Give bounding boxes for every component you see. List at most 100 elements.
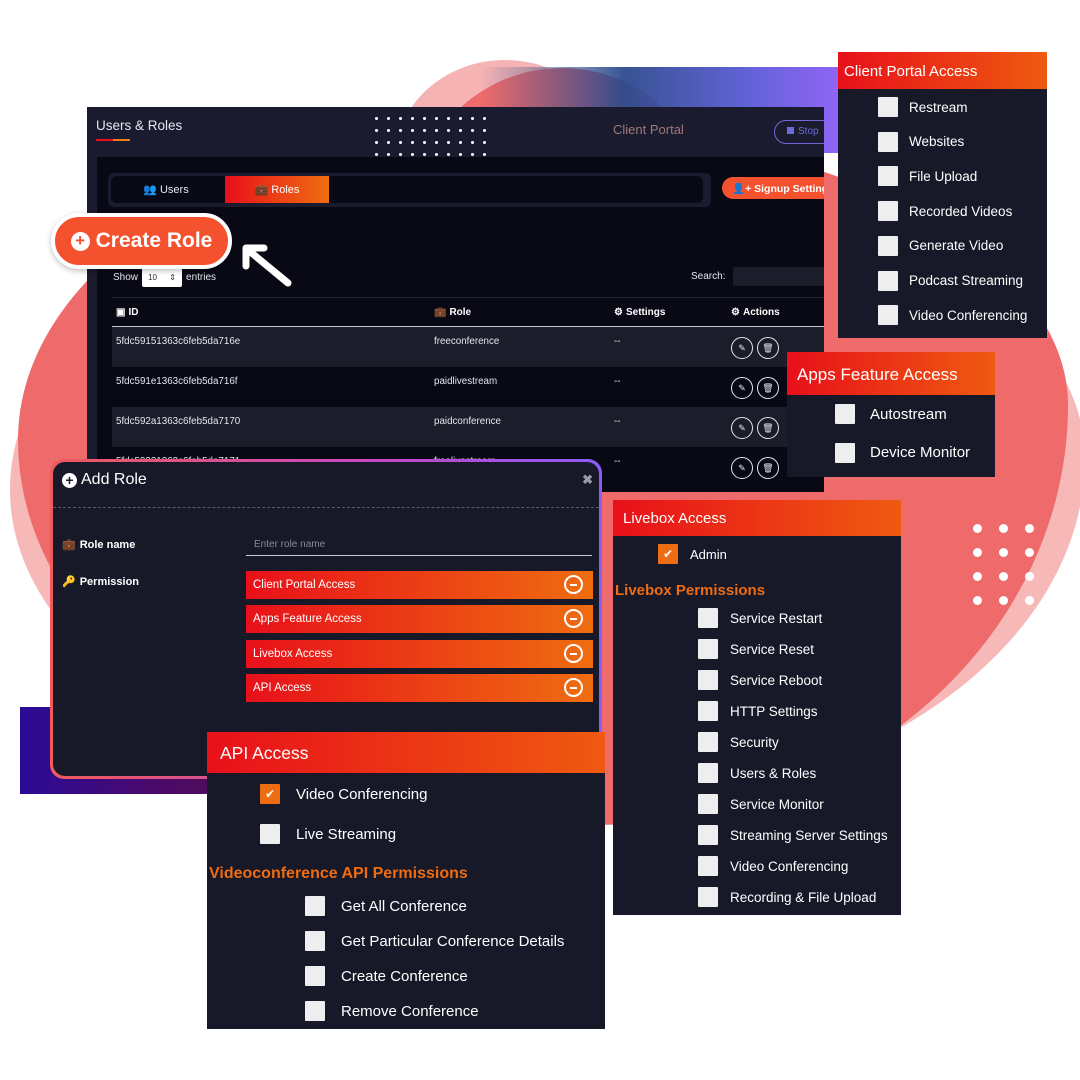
- checkbox-checked[interactable]: ✔: [658, 544, 678, 564]
- role-name-input[interactable]: [246, 534, 592, 556]
- checkbox-row[interactable]: Get All Conference: [305, 896, 467, 916]
- checkbox[interactable]: [698, 856, 718, 876]
- checkbox[interactable]: [305, 1001, 325, 1021]
- checkbox[interactable]: [305, 931, 325, 951]
- trash-icon[interactable]: 🗑: [757, 457, 779, 479]
- permission-apps-feature-access[interactable]: Apps Feature Access: [246, 605, 593, 633]
- checkbox-row[interactable]: Security: [698, 732, 779, 752]
- dot: [459, 153, 462, 156]
- dot: [483, 141, 486, 144]
- create-role-label: Create Role: [95, 229, 213, 252]
- checkbox-row[interactable]: ✔ Video Conferencing: [260, 784, 427, 804]
- dot: [483, 153, 486, 156]
- checkbox[interactable]: [698, 670, 718, 690]
- id-card-icon: ▣: [116, 307, 126, 318]
- dot: [1025, 596, 1034, 605]
- checkbox[interactable]: [878, 305, 898, 326]
- checkbox-row[interactable]: Service Reset: [698, 639, 814, 659]
- checkbox-row[interactable]: Service Monitor: [698, 794, 824, 814]
- checkbox[interactable]: [878, 235, 898, 256]
- checkbox[interactable]: [878, 166, 898, 187]
- checkbox[interactable]: [878, 131, 898, 152]
- checkbox[interactable]: [698, 794, 718, 814]
- checkbox-row[interactable]: Device Monitor: [835, 442, 970, 463]
- dot: [435, 117, 438, 120]
- checkbox[interactable]: [698, 701, 718, 721]
- checkbox[interactable]: [878, 97, 898, 117]
- checkbox-row[interactable]: Live Streaming: [260, 824, 396, 844]
- checkbox[interactable]: [878, 201, 898, 222]
- checkbox-row[interactable]: Autostream: [835, 404, 947, 424]
- checkbox-row[interactable]: Recorded Videos: [878, 201, 1012, 222]
- tab-users[interactable]: 👥 Users: [111, 176, 221, 203]
- entries-select[interactable]: 10 ⇕: [142, 267, 183, 287]
- checkbox[interactable]: [305, 966, 325, 986]
- stop-button[interactable]: Stop: [774, 120, 824, 144]
- checkbox-row[interactable]: Video Conferencing: [878, 305, 1027, 326]
- checkbox-row[interactable]: Service Restart: [698, 608, 822, 628]
- checkbox-label: File Upload: [909, 168, 978, 184]
- checkbox-row[interactable]: Service Reboot: [698, 670, 822, 690]
- add-role-modal: + Add Role ✖ 💼 Role name 🔑 Permission Cl…: [50, 459, 602, 779]
- signup-settings-button[interactable]: 👤+ Signup Settings: [722, 177, 824, 199]
- checkbox-checked[interactable]: ✔: [260, 784, 280, 804]
- checkbox[interactable]: [698, 763, 718, 783]
- checkbox[interactable]: [878, 270, 898, 291]
- role-id: 5fdc592a1363c6feb5da7170: [116, 416, 241, 427]
- checkbox[interactable]: [835, 404, 855, 424]
- checkbox[interactable]: [698, 608, 718, 628]
- column-id[interactable]: ▣ ID: [116, 307, 138, 318]
- create-role-button[interactable]: + Create Role: [51, 213, 232, 269]
- search-input[interactable]: [733, 267, 824, 286]
- tab-roles[interactable]: 💼 Roles: [225, 176, 329, 203]
- checkbox-row[interactable]: Streaming Server Settings: [698, 825, 888, 845]
- trash-icon[interactable]: 🗑: [757, 377, 779, 399]
- stop-label: Stop: [798, 126, 819, 137]
- dot: [375, 141, 378, 144]
- column-role[interactable]: 💼 Role: [434, 307, 471, 318]
- checkbox-row[interactable]: Websites: [878, 131, 964, 152]
- minus-circle-icon[interactable]: [564, 575, 583, 594]
- minus-circle-icon[interactable]: [564, 678, 583, 697]
- checkbox[interactable]: [698, 887, 718, 907]
- checkbox-row[interactable]: Recording & File Upload: [698, 887, 876, 907]
- close-icon[interactable]: ✖: [582, 472, 593, 488]
- checkbox-row[interactable]: HTTP Settings: [698, 701, 818, 721]
- dot: [471, 129, 474, 132]
- checkbox-row[interactable]: Generate Video: [878, 235, 1003, 256]
- checkbox[interactable]: [305, 896, 325, 916]
- dot: [435, 153, 438, 156]
- apps-feature-access-panel: Apps Feature Access Autostream Device Mon…: [787, 352, 995, 477]
- checkbox-row[interactable]: Restream: [878, 97, 968, 117]
- checkbox[interactable]: [698, 639, 718, 659]
- minus-circle-icon[interactable]: [564, 644, 583, 663]
- checkbox[interactable]: [698, 825, 718, 845]
- trash-icon[interactable]: 🗑: [757, 417, 779, 439]
- checkbox-row[interactable]: Create Conference: [305, 966, 468, 986]
- column-actions[interactable]: ⚙ Actions: [731, 307, 780, 318]
- permission-api-access[interactable]: API Access: [246, 674, 593, 702]
- edit-icon[interactable]: ✎: [731, 417, 753, 439]
- checkbox-row[interactable]: Get Particular Conference Details: [305, 931, 564, 951]
- edit-icon[interactable]: ✎: [731, 377, 753, 399]
- checkbox-row[interactable]: Users & Roles: [698, 763, 816, 783]
- edit-icon[interactable]: ✎: [731, 457, 753, 479]
- show-entries: Show 10 ⇕ entries: [113, 267, 216, 287]
- minus-circle-icon[interactable]: [564, 609, 583, 628]
- edit-icon[interactable]: ✎: [731, 337, 753, 359]
- checkbox-row-admin[interactable]: ✔ Admin: [658, 544, 727, 564]
- permission-livebox-access[interactable]: Livebox Access: [246, 640, 593, 668]
- permission-client-portal-access[interactable]: Client Portal Access: [246, 571, 593, 599]
- dot: [999, 572, 1008, 581]
- checkbox[interactable]: [260, 824, 280, 844]
- checkbox[interactable]: [835, 442, 855, 463]
- column-settings[interactable]: ⚙ Settings: [614, 307, 665, 318]
- checkbox-row[interactable]: Podcast Streaming: [878, 270, 1023, 291]
- checkbox-row[interactable]: Video Conferencing: [698, 856, 848, 876]
- checkbox[interactable]: [698, 732, 718, 752]
- trash-icon[interactable]: 🗑: [757, 337, 779, 359]
- dot: [471, 153, 474, 156]
- dot: [447, 141, 450, 144]
- checkbox-row[interactable]: File Upload: [878, 166, 978, 187]
- checkbox-row[interactable]: Remove Conference: [305, 1001, 479, 1021]
